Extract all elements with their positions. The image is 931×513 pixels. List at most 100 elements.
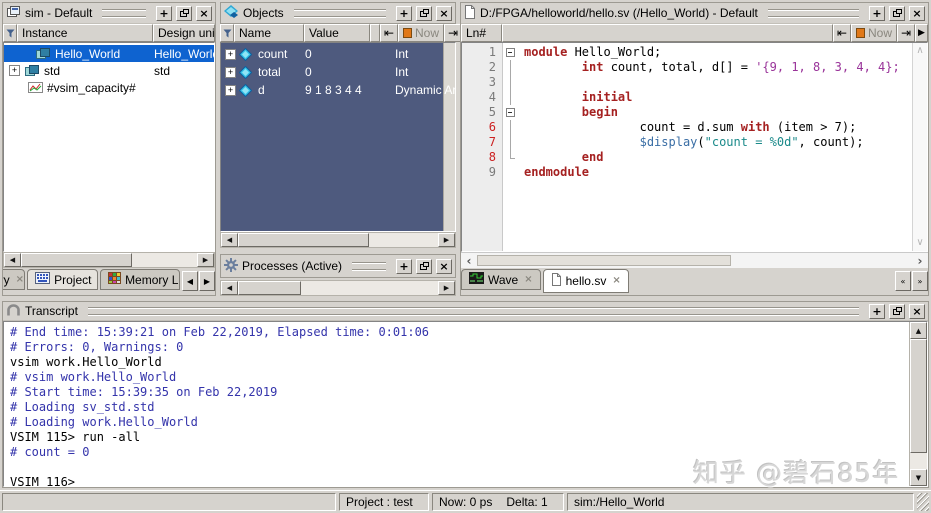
object-row[interactable]: + count 0 Int — [221, 45, 443, 63]
scrollbar-thumb[interactable] — [477, 255, 732, 266]
objects-add-button[interactable]: + — [396, 5, 412, 21]
tab-scroll-left-button[interactable]: ◀ — [182, 271, 198, 291]
scrollbar-thumb[interactable] — [21, 253, 133, 267]
transcript-drag-grip[interactable] — [87, 307, 859, 315]
processes-undock-button[interactable] — [416, 258, 432, 274]
tab-scroll-right-button[interactable]: ▶ — [199, 271, 215, 291]
scrollbar-track[interactable] — [910, 453, 927, 469]
line-number: 9 — [488, 165, 496, 179]
scrollbar-thumb[interactable] — [910, 339, 927, 453]
header-expand-arrow[interactable]: ▶ — [915, 24, 928, 42]
scrollbar-thumb[interactable] — [238, 281, 301, 295]
sim-close-button[interactable]: × — [196, 5, 212, 21]
scroll-left-button[interactable]: ◀ — [221, 281, 238, 295]
sim-tree-row[interactable]: + std std — [4, 62, 214, 79]
tab-wave[interactable]: Wave × — [461, 269, 541, 290]
scrollbar-track[interactable] — [731, 253, 912, 268]
scroll-left-button[interactable]: ◀ — [4, 253, 21, 267]
code-line[interactable]: 1 module Hello_World; — [462, 45, 927, 60]
scroll-right-button[interactable]: ▶ — [197, 253, 214, 267]
editor-add-button[interactable]: + — [869, 5, 885, 21]
editor-undock-button[interactable] — [889, 5, 905, 21]
scroll-right-button[interactable]: › — [912, 253, 928, 268]
scrollbar-track[interactable] — [132, 253, 197, 267]
filter-icon[interactable] — [3, 24, 17, 42]
sim-horizontal-scrollbar[interactable]: ◀ ▶ — [3, 252, 215, 268]
sim-undock-button[interactable] — [176, 5, 192, 21]
scroll-left-button[interactable]: ◀ — [221, 233, 238, 247]
scrollbar-track[interactable] — [369, 233, 438, 247]
fold-toggle-icon[interactable] — [503, 105, 520, 120]
now-left-icon[interactable]: ⇤ — [833, 24, 851, 42]
object-row[interactable]: + total 0 Int — [221, 63, 443, 81]
column-header-design-unit[interactable]: Design unit — [153, 24, 215, 42]
tab-scroll-left-button[interactable]: « — [895, 271, 911, 291]
tab-hello-sv[interactable]: hello.sv × — [542, 269, 629, 293]
scroll-down-icon[interactable]: ∨ — [916, 238, 923, 248]
objects-horizontal-scrollbar[interactable]: ◀ ▶ — [220, 232, 456, 248]
editor-drag-grip[interactable] — [767, 9, 859, 17]
objects-undock-button[interactable] — [416, 5, 432, 21]
code-text: $display("count = %0d", count); — [639, 135, 864, 149]
now-indicator[interactable]: Now — [851, 24, 897, 42]
transcript-vertical-scrollbar[interactable]: ▲ ▼ — [909, 322, 927, 486]
tab-library[interactable]: ary × — [3, 269, 26, 290]
expander-icon[interactable]: + — [225, 66, 236, 78]
close-icon[interactable]: × — [612, 276, 620, 286]
tab-memory-list[interactable]: Memory List — [100, 269, 180, 290]
processes-add-button[interactable]: + — [396, 258, 412, 274]
scroll-up-button[interactable]: ▲ — [910, 322, 927, 339]
scroll-up-icon[interactable]: ∧ — [916, 46, 923, 56]
filter-icon[interactable] — [220, 24, 234, 42]
processes-close-button[interactable]: × — [436, 258, 452, 274]
code-line[interactable]: 8 end — [462, 150, 927, 165]
close-icon[interactable]: × — [16, 274, 24, 285]
transcript-close-button[interactable]: × — [909, 303, 925, 319]
objects-panel-drag-grip[interactable] — [293, 9, 386, 17]
column-header-instance[interactable]: Instance — [17, 24, 153, 42]
objects-close-button[interactable]: × — [436, 5, 452, 21]
close-icon[interactable]: × — [524, 274, 532, 285]
scrollbar-track[interactable] — [301, 281, 438, 295]
editor-horizontal-scrollbar[interactable]: ‹ › — [461, 252, 928, 268]
code-line[interactable]: 9 endmodule — [462, 165, 927, 180]
sim-tree-row[interactable]: Hello_World Hello_World — [4, 45, 214, 62]
now-left-icon[interactable]: ⇤ — [380, 24, 398, 42]
scroll-left-button[interactable]: ‹ — [461, 253, 477, 268]
tab-project[interactable]: Project × — [27, 269, 99, 290]
object-row[interactable]: + d 9 1 8 3 4 4 Dynamic Arra — [221, 81, 455, 99]
fold-toggle-icon[interactable] — [503, 45, 520, 60]
processes-horizontal-scrollbar[interactable]: ◀ ▶ — [220, 280, 456, 296]
sim-tree-row[interactable]: #vsim_capacity# — [4, 79, 214, 96]
transcript-add-button[interactable]: + — [869, 303, 885, 319]
scroll-down-button[interactable]: ▼ — [910, 469, 927, 486]
expander-icon[interactable]: + — [225, 84, 236, 96]
close-icon[interactable]: × — [97, 275, 98, 285]
resize-grip[interactable] — [917, 493, 929, 511]
expander-icon[interactable]: + — [9, 65, 20, 76]
transcript-undock-button[interactable] — [889, 303, 905, 319]
expander-icon[interactable]: + — [225, 48, 236, 60]
sim-panel-drag-grip[interactable] — [102, 9, 146, 17]
code-line[interactable]: 2 int count, total, d[] = '{9, 1, 8, 3, … — [462, 60, 927, 75]
tab-scroll-right-button[interactable]: » — [912, 271, 928, 291]
line-number-header[interactable]: Ln# — [461, 24, 502, 42]
now-indicator[interactable]: Now — [398, 24, 444, 42]
scroll-right-button[interactable]: ▶ — [438, 233, 455, 247]
objects-vertical-scrollbar[interactable] — [443, 43, 455, 231]
now-right-icon[interactable]: ⇥ — [897, 24, 915, 42]
code-line[interactable]: 6 count = d.sum with (item > 7); — [462, 120, 927, 135]
sim-add-button[interactable]: + — [156, 5, 172, 21]
code-editor-content[interactable]: 1 module Hello_World; 2 int count, total, … — [461, 42, 928, 252]
column-header-value[interactable]: Value — [304, 24, 370, 42]
code-line[interactable]: 3 — [462, 75, 927, 90]
editor-close-button[interactable]: × — [909, 5, 925, 21]
processes-panel-drag-grip[interactable] — [352, 262, 386, 270]
code-line[interactable]: 7 $display("count = %0d", count); — [462, 135, 927, 150]
editor-vertical-scrollbar[interactable]: ∧ ∨ — [912, 43, 927, 251]
code-line[interactable]: 5 begin — [462, 105, 927, 120]
scrollbar-thumb[interactable] — [238, 233, 369, 247]
scroll-right-button[interactable]: ▶ — [438, 281, 455, 295]
code-line[interactable]: 4 initial — [462, 90, 927, 105]
column-header-name[interactable]: Name — [234, 24, 304, 42]
